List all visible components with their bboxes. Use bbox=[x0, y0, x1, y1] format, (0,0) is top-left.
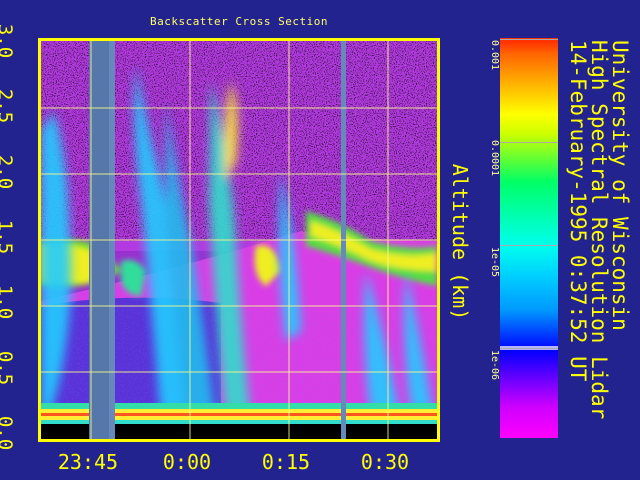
y-tick-label: 1.0 bbox=[0, 285, 16, 320]
colorbar bbox=[500, 38, 558, 438]
y-tick-label: 0.5 bbox=[0, 350, 16, 385]
y-tick-label: 2.0 bbox=[0, 154, 16, 189]
y-tick-label: 1.5 bbox=[0, 219, 16, 255]
colorbar-tick-label: 0.0001 bbox=[489, 140, 500, 177]
x-tick-label: 0:00 bbox=[162, 450, 212, 474]
heatmap-image bbox=[41, 41, 437, 439]
y-axis-label: Altitude (km) bbox=[448, 163, 472, 321]
colorbar-tick-label: 1e-06 bbox=[489, 349, 500, 381]
colorbar-tick-label: 0.001 bbox=[489, 39, 500, 71]
datetime-label: 14-February-1995 0:37:52 UT bbox=[566, 40, 590, 382]
y-tick-label: 3.0 bbox=[0, 23, 16, 59]
x-tick-label: 0:15 bbox=[261, 450, 311, 474]
x-tick-label: 0:30 bbox=[360, 450, 410, 474]
plot-area bbox=[38, 38, 440, 442]
plot-title: Backscatter Cross Section bbox=[149, 15, 329, 28]
colorbar-tick-label: 1e-05 bbox=[489, 246, 500, 277]
y-tick-label: 0.0 bbox=[0, 415, 16, 451]
x-tick-label: 23:45 bbox=[57, 450, 119, 474]
y-tick-label: 2.5 bbox=[0, 89, 16, 124]
